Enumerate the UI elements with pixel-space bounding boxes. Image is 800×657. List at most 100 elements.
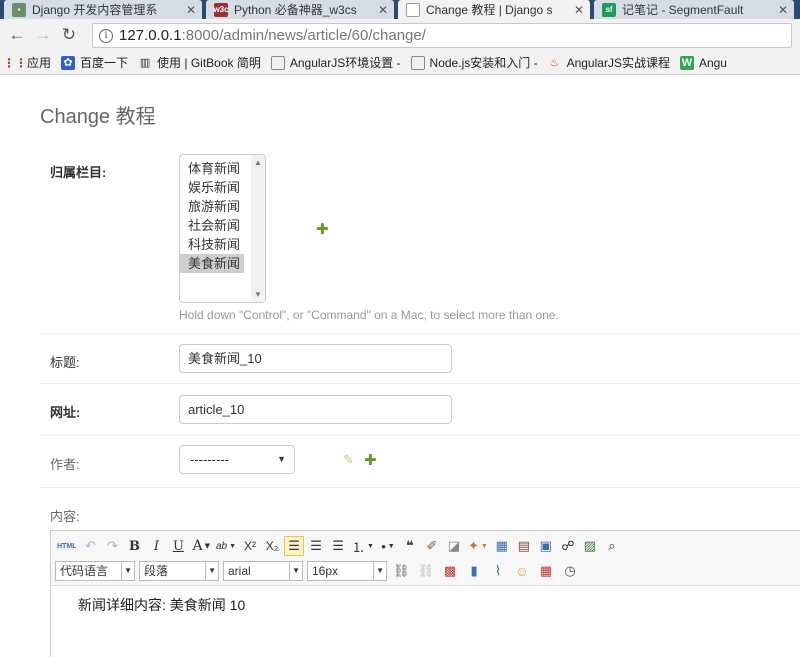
bookmark-angu[interactable]: W Angu — [679, 55, 727, 70]
column-option[interactable]: 社会新闻 — [180, 216, 244, 235]
content-label: 内容: — [50, 509, 80, 524]
browser-tab-segmentfault[interactable]: sf 记笔记 - SegmentFault ✕ — [594, 0, 794, 19]
redo-icon[interactable]: ↷ — [102, 536, 122, 556]
close-icon[interactable]: ✕ — [186, 3, 196, 17]
close-icon[interactable]: ✕ — [378, 3, 388, 17]
underline-icon[interactable]: U — [168, 536, 188, 556]
italic-icon[interactable]: I — [146, 536, 166, 556]
form-row-column: 归属栏目: — [40, 142, 800, 334]
info-icon[interactable]: i — [99, 28, 113, 43]
author-label: 作者: — [50, 457, 80, 472]
table-icon[interactable]: ▦ — [492, 536, 512, 556]
ordered-list-icon[interactable]: ⒈ ▼ — [350, 536, 376, 556]
editor-toolbar-row-2: 代码语言 ▼ 段落 ▼ arial ▼ 16px ▼ ⛓ ⛓ ▩ ▮ ⌇ ☺ ▦ ◷ — [55, 560, 580, 582]
font-family-select[interactable]: arial ▼ — [223, 561, 303, 581]
column-multiselect[interactable]: 体育新闻 娱乐新闻 旅游新闻 社会新闻 科技新闻 美食新闻 ▲ ▼ — [179, 154, 266, 303]
magic-wand-icon[interactable]: ✦ ▼ — [466, 536, 490, 556]
calendar-icon[interactable]: ▦ — [536, 561, 556, 581]
add-column-plus-icon[interactable]: ✚ — [316, 220, 329, 238]
browser-toolbar: ← → ↻ i 127.0.0.1:8000/admin/news/articl… — [0, 19, 800, 51]
insert-image-icon[interactable]: ▩ — [440, 561, 460, 581]
baidu-paw-icon: ✿ — [61, 55, 76, 70]
highlight-icon[interactable]: ab ▼ — [214, 536, 238, 556]
bold-icon[interactable]: B — [124, 536, 144, 556]
font-size-select[interactable]: 16px ▼ — [307, 561, 387, 581]
subscript-icon[interactable]: X₂ — [262, 536, 282, 556]
back-arrow-icon[interactable]: ← — [4, 22, 30, 48]
paste-text-icon[interactable]: ▣ — [536, 536, 556, 556]
title-input[interactable]: 美食新闻_10 — [179, 344, 452, 373]
bookmark-angularjs-env[interactable]: AngularJS环境设置 - — [270, 54, 401, 71]
font-category-select[interactable]: 代码语言 ▼ — [55, 561, 135, 581]
align-left-icon[interactable]: ☰ — [284, 536, 305, 556]
bookmark-apps[interactable]: ⋮⋮ 应用 — [3, 54, 51, 71]
page-icon — [270, 55, 285, 70]
page-title: Change 教程 — [40, 106, 156, 128]
add-author-plus-icon[interactable]: ✚ — [364, 451, 377, 469]
column-option-selected[interactable]: 美食新闻 — [180, 254, 244, 273]
emoticon-icon[interactable]: ☺ — [512, 561, 532, 581]
browser-tab-strip: ▪ Django 开发内容管理系 ✕ w3c Python 必备神器_w3cs … — [0, 0, 800, 19]
page-icon — [406, 2, 420, 17]
undo-icon[interactable]: ↶ — [80, 536, 100, 556]
html-source-button[interactable]: HTML — [55, 536, 78, 556]
close-icon[interactable]: ✕ — [778, 3, 788, 17]
address-bar[interactable]: i 127.0.0.1:8000/admin/news/article/60/c… — [92, 23, 792, 48]
blockquote-icon[interactable]: ❝ — [400, 536, 420, 556]
flame-icon: ♨ — [549, 57, 560, 69]
chevron-down-icon: ▼ — [289, 562, 300, 580]
link-icon[interactable]: ⛓ — [391, 561, 412, 581]
w3c-icon: w3c — [213, 2, 229, 17]
bookmark-gitbook[interactable]: ▥ 使用 | GitBook 简明 — [138, 54, 261, 71]
align-center-icon[interactable]: ☰ — [306, 536, 326, 556]
browser-tab-django-tutorial[interactable]: ▪ Django 开发内容管理系 ✕ — [4, 0, 202, 19]
edit-pencil-icon[interactable]: ✎ — [343, 452, 354, 468]
clock-icon[interactable]: ◷ — [560, 561, 580, 581]
rich-text-editor: HTML ↶ ↷ B I U A ▼ ab ▼ X² X₂ ☰ ☰ ☰ ⒈ ▼ • ▼ … — [50, 530, 800, 657]
scroll-up-icon[interactable]: ▲ — [254, 158, 262, 167]
scroll-down-icon[interactable]: ▼ — [254, 290, 262, 299]
bookmark-angularjs-course[interactable]: ♨ AngularJS实战课程 — [548, 54, 670, 71]
search-icon[interactable]: ⌕ — [602, 536, 622, 556]
reload-icon[interactable]: ↻ — [56, 22, 82, 48]
sf-icon: sf — [602, 2, 616, 17]
document-icon: ▪ — [12, 2, 26, 17]
chevron-down-icon: ▼ — [205, 562, 216, 580]
editor-content[interactable]: 新闻详细内容: 美食新闻 10 — [78, 595, 245, 615]
column-option[interactable]: 科技新闻 — [180, 235, 244, 254]
image-icon[interactable]: ▨ — [580, 536, 600, 556]
column-label: 归属栏目: — [50, 165, 107, 180]
bookmark-baidu[interactable]: ✿ 百度一下 — [61, 54, 128, 71]
column-help-text: Hold down "Control", or "Command" on a M… — [179, 308, 559, 322]
bookmark-nodejs[interactable]: Node.js安装和入门 - — [410, 54, 538, 71]
chevron-down-icon: ▼ — [121, 562, 132, 580]
video-icon[interactable]: ▮ — [464, 561, 484, 581]
column-option[interactable]: 娱乐新闻 — [180, 178, 244, 197]
slug-input[interactable]: article_10 — [179, 395, 452, 424]
browser-tab-change-article[interactable]: Change 教程 | Django s ✕ — [398, 0, 590, 19]
column-option[interactable]: 体育新闻 — [180, 159, 244, 178]
column-option[interactable]: 旅游新闻 — [180, 197, 244, 216]
paste-icon[interactable]: ▤ — [514, 536, 534, 556]
author-select[interactable]: --------- ▼ — [179, 445, 295, 474]
listbox-scrollbar[interactable]: ▲ ▼ — [251, 155, 265, 302]
forward-arrow-icon[interactable]: → — [30, 22, 56, 48]
bookmarks-bar: ⋮⋮ 应用 ✿ 百度一下 ▥ 使用 | GitBook 简明 AngularJS… — [0, 51, 800, 75]
slug-label: 网址: — [50, 405, 81, 420]
unlink-icon[interactable]: ⛓ — [416, 561, 437, 581]
format-brush-icon[interactable]: ✐ — [422, 536, 442, 556]
eraser-icon[interactable]: ◪ — [444, 536, 464, 556]
paragraph-select[interactable]: 段落 ▼ — [139, 561, 219, 581]
browser-tab-w3cschool[interactable]: w3c Python 必备神器_w3cs ✕ — [206, 0, 394, 19]
font-color-icon[interactable]: A ▼ — [190, 536, 212, 556]
title-label: 标题: — [50, 355, 80, 370]
attachment-icon[interactable]: ⌇ — [488, 561, 508, 581]
editor-toolbar-row-1: HTML ↶ ↷ B I U A ▼ ab ▼ X² X₂ ☰ ☰ ☰ ⒈ ▼ • ▼ … — [55, 536, 622, 556]
unordered-list-icon[interactable]: • ▼ — [378, 536, 398, 556]
chevron-down-icon: ▼ — [277, 454, 286, 464]
align-right-icon[interactable]: ☰ — [328, 536, 348, 556]
find-binoculars-icon[interactable]: ☍ — [558, 536, 578, 556]
form-row-author: 作者: — [40, 436, 800, 488]
superscript-icon[interactable]: X² — [240, 536, 260, 556]
close-icon[interactable]: ✕ — [574, 3, 584, 17]
